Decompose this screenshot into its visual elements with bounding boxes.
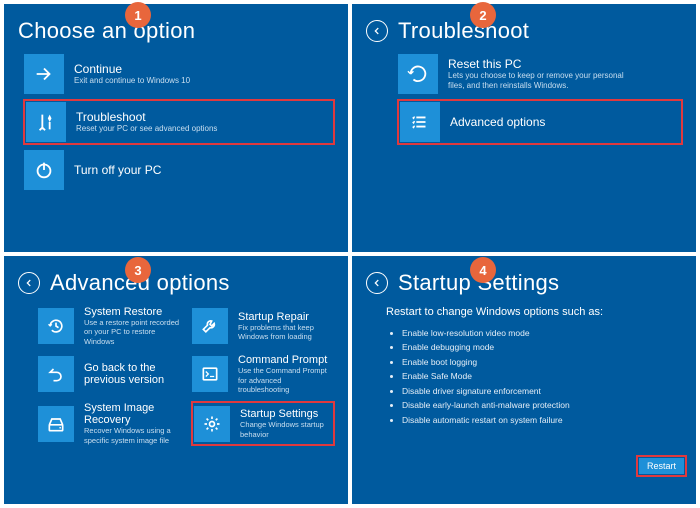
tile-startup-settings[interactable]: Startup Settings Change Windows startup … <box>192 402 334 445</box>
tile-subtitle: Change Windows startup behavior <box>240 420 332 439</box>
step-badge-1: 1 <box>125 2 151 28</box>
tile-subtitle: Fix problems that keep Windows from load… <box>238 323 334 342</box>
tile-reset-pc[interactable]: Reset this PC Lets you choose to keep or… <box>398 54 682 94</box>
tile-subtitle: Use the Command Prompt for advanced trou… <box>238 366 334 394</box>
panel-header: Troubleshoot <box>366 18 682 44</box>
step-badge-2: 2 <box>470 2 496 28</box>
list-item: Enable debugging mode <box>402 340 682 354</box>
tile-title: System Restore <box>84 306 180 318</box>
disc-icon <box>38 406 74 442</box>
panel-advanced-options: Advanced options System Restore Use a re… <box>4 256 348 504</box>
list-item: Disable early-launch anti-malware protec… <box>402 398 682 412</box>
restart-button[interactable]: Restart <box>639 458 684 474</box>
tile-turn-off[interactable]: Turn off your PC <box>24 150 334 190</box>
tile-list: Continue Exit and continue to Windows 10… <box>24 54 334 190</box>
tile-troubleshoot[interactable]: Troubleshoot Reset your PC or see advanc… <box>24 100 334 144</box>
tile-title: System Image Recovery <box>84 402 180 426</box>
list-item: Disable automatic restart on system fail… <box>402 413 682 427</box>
panel-header: Advanced options <box>18 270 334 296</box>
tile-title: Reset this PC <box>448 57 628 71</box>
tile-system-image-recovery[interactable]: System Image Recovery Recover Windows us… <box>38 402 180 445</box>
tile-subtitle: Use a restore point recorded on your PC … <box>84 318 180 346</box>
tile-title: Turn off your PC <box>74 163 161 177</box>
tile-title: Continue <box>74 62 190 76</box>
tools-icon <box>26 102 66 142</box>
tile-body: Continue Exit and continue to Windows 10 <box>74 62 190 86</box>
tile-body: Advanced options <box>450 115 545 129</box>
step-badge-3: 3 <box>125 257 151 283</box>
arrow-right-icon <box>24 54 64 94</box>
wrench-icon <box>192 308 228 344</box>
tiles-grid: System Restore Use a restore point recor… <box>38 306 334 445</box>
tile-title: Command Prompt <box>238 354 334 366</box>
tile-body: Turn off your PC <box>74 163 161 177</box>
tile-body: System Image Recovery Recover Windows us… <box>84 402 180 445</box>
panel-title: Choose an option <box>18 18 195 44</box>
tile-title: Advanced options <box>450 115 545 129</box>
panel-header: Choose an option <box>18 18 334 44</box>
tile-command-prompt[interactable]: Command Prompt Use the Command Prompt fo… <box>192 354 334 394</box>
panel-troubleshoot: Troubleshoot Reset this PC Lets you choo… <box>352 4 696 252</box>
power-icon <box>24 150 64 190</box>
list-item: Disable driver signature enforcement <box>402 384 682 398</box>
list-icon <box>400 102 440 142</box>
refresh-icon <box>398 54 438 94</box>
tile-startup-repair[interactable]: Startup Repair Fix problems that keep Wi… <box>192 306 334 346</box>
tile-body: Go back to the previous version <box>84 362 180 386</box>
panel-choose-option: Choose an option Continue Exit and conti… <box>4 4 348 252</box>
panels-grid: Choose an option Continue Exit and conti… <box>0 0 700 508</box>
startup-subtitle: Restart to change Windows options such a… <box>386 306 682 318</box>
panel-startup-settings: Startup Settings Restart to change Windo… <box>352 256 696 504</box>
tile-title: Startup Repair <box>238 311 334 323</box>
tile-subtitle: Reset your PC or see advanced options <box>76 124 217 134</box>
tile-body: Reset this PC Lets you choose to keep or… <box>448 57 628 91</box>
tile-system-restore[interactable]: System Restore Use a restore point recor… <box>38 306 180 346</box>
tile-continue[interactable]: Continue Exit and continue to Windows 10 <box>24 54 334 94</box>
tile-title: Startup Settings <box>240 408 332 420</box>
tile-subtitle: Recover Windows using a specific system … <box>84 426 180 445</box>
tile-list: Reset this PC Lets you choose to keep or… <box>398 54 682 144</box>
tile-subtitle: Lets you choose to keep or remove your p… <box>448 71 628 91</box>
tile-subtitle: Exit and continue to Windows 10 <box>74 76 190 86</box>
undo-icon <box>38 356 74 392</box>
list-item: Enable boot logging <box>402 355 682 369</box>
list-item: Enable Safe Mode <box>402 369 682 383</box>
back-button[interactable] <box>18 272 40 294</box>
tile-body: System Restore Use a restore point recor… <box>84 306 180 346</box>
tile-body: Startup Settings Change Windows startup … <box>240 408 332 439</box>
tile-body: Startup Repair Fix problems that keep Wi… <box>238 311 334 342</box>
tile-title: Troubleshoot <box>76 110 217 124</box>
back-button[interactable] <box>366 272 388 294</box>
step-badge-4: 4 <box>470 257 496 283</box>
restore-clock-icon <box>38 308 74 344</box>
terminal-icon <box>192 356 228 392</box>
tile-body: Troubleshoot Reset your PC or see advanc… <box>76 110 217 134</box>
tile-go-back[interactable]: Go back to the previous version <box>38 354 180 394</box>
tile-body: Command Prompt Use the Command Prompt fo… <box>238 354 334 394</box>
panel-title: Troubleshoot <box>398 18 529 44</box>
gear-icon <box>194 406 230 442</box>
back-button[interactable] <box>366 20 388 42</box>
startup-options-list: Enable low-resolution video mode Enable … <box>402 326 682 427</box>
tile-title: Go back to the previous version <box>84 362 180 386</box>
panel-header: Startup Settings <box>366 270 682 296</box>
tile-advanced-options[interactable]: Advanced options <box>398 100 682 144</box>
list-item: Enable low-resolution video mode <box>402 326 682 340</box>
